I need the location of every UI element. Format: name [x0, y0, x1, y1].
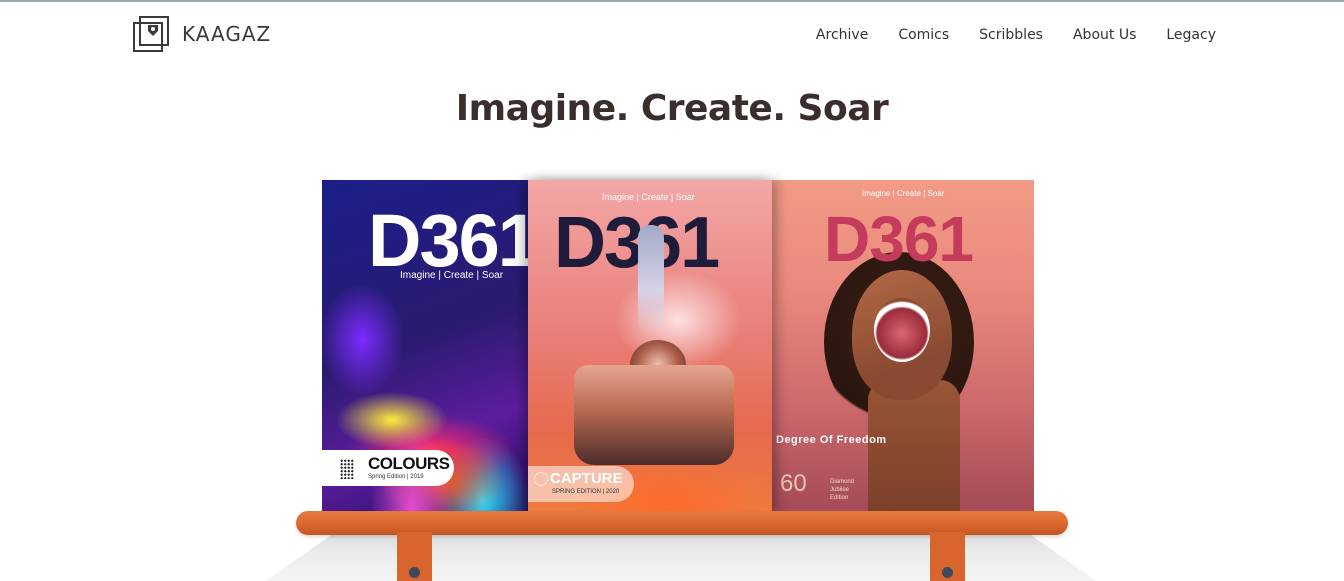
cover-title: Degree Of Freedom [776, 434, 887, 446]
nav-comics[interactable]: Comics [898, 27, 949, 43]
diamond-jubilee-emblem: 60 [780, 470, 807, 497]
cover-tagline: Imagine | Create | Soar [602, 192, 695, 202]
shelf-bracket-right [930, 532, 965, 581]
brand-logo[interactable]: KAAGAZ [132, 15, 271, 53]
illustration-neck [868, 380, 960, 512]
cover-capture[interactable]: Imagine | Create | Soar D361 CAPTURE SPR… [528, 180, 772, 512]
illustration-camera [574, 365, 734, 465]
cover-edition: SPRING EDITION | 2020 [552, 489, 620, 495]
nav-legacy[interactable]: Legacy [1166, 27, 1216, 43]
dot-grid-icon [340, 459, 354, 479]
top-border [0, 0, 1344, 2]
brand-name: KAAGAZ [182, 22, 272, 46]
screw-icon [942, 567, 953, 578]
cover-edition: Diamond Jubilee Edition [830, 479, 855, 501]
cover-degree-of-freedom[interactable]: Imagine | Create | Soar D361 Degree Of F… [772, 180, 1034, 512]
shelf-floor-shadow [256, 528, 1106, 581]
illustration-dancer [638, 225, 664, 335]
nav-about-us[interactable]: About Us [1073, 27, 1136, 43]
nav-scribbles[interactable]: Scribbles [979, 27, 1043, 43]
cover-edition: Spring Edition | 2019 [368, 474, 424, 480]
shelf-bracket-left [397, 532, 432, 581]
page-title: Imagine. Create. Soar [455, 88, 889, 129]
illustration-mouth [874, 298, 930, 362]
cover-mark: D361 [554, 203, 720, 283]
cover-title: COLOURS [368, 454, 450, 473]
main-nav: Archive Comics Scribbles About Us Legacy [816, 27, 1216, 43]
logo-icon [132, 15, 172, 53]
cover-tagline: Imagine | Create | Soar [400, 270, 504, 281]
cover-title: CAPTURE [550, 470, 623, 487]
nav-archive[interactable]: Archive [816, 27, 868, 43]
aperture-icon [534, 472, 548, 486]
screw-icon [409, 567, 420, 578]
cover-mark: D361 [824, 203, 974, 275]
cover-tagline: Imagine | Create | Soar [862, 189, 945, 198]
